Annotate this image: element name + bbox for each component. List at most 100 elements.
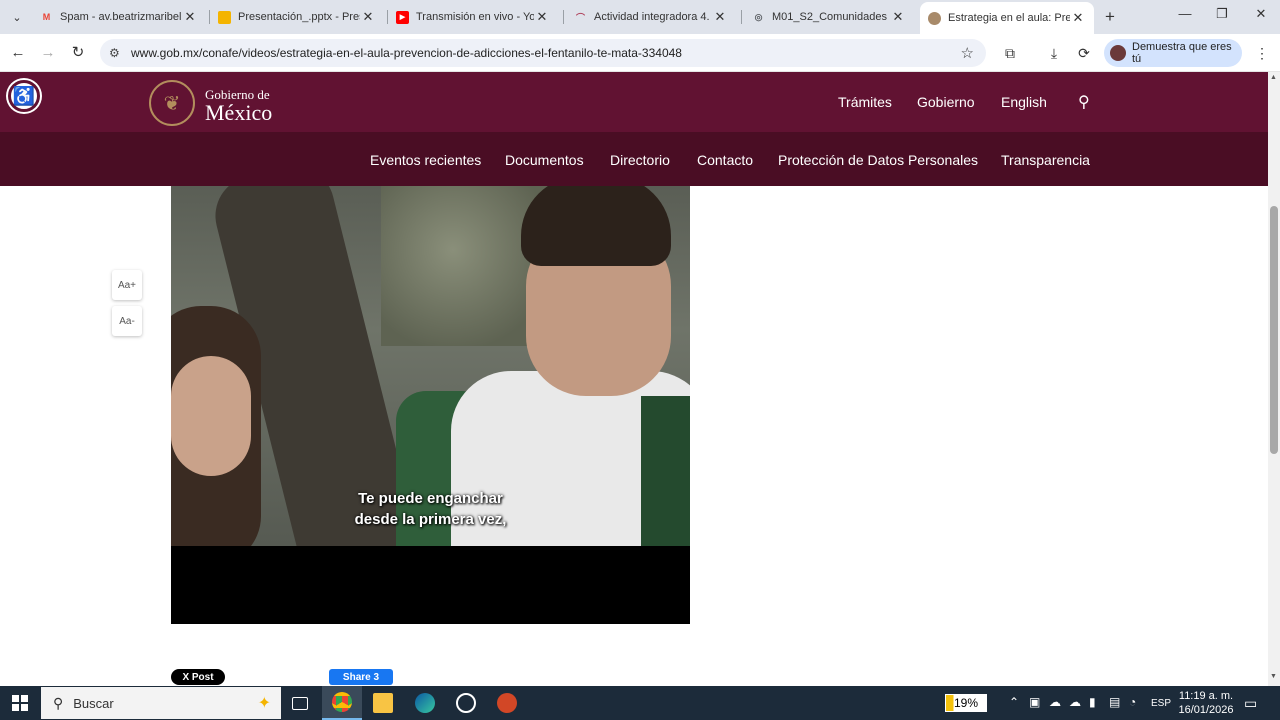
gmail-icon: M (42, 12, 51, 22)
site-logo[interactable]: Gobierno de México (205, 88, 272, 124)
video-frame: Te puede enganchar desde la primera vez, (171, 186, 690, 546)
tab-gmail[interactable]: M Spam - av.beatrizmaribel.t ✕ (32, 4, 206, 30)
menu-kebab-icon[interactable]: ⋮ (1252, 43, 1272, 63)
new-tab-icon[interactable]: + (1100, 7, 1120, 27)
windows-start-icon[interactable] (12, 695, 28, 711)
reload-icon[interactable]: ↻ (68, 43, 88, 63)
tab-separator (563, 10, 564, 24)
battery-tray-icon[interactable]: ▤ (1109, 695, 1120, 709)
accessibility-icon[interactable]: ♿ (8, 80, 40, 112)
scroll-thumb[interactable] (1270, 206, 1278, 454)
onedrive-icon[interactable]: ☁ (1069, 695, 1081, 709)
profile-label: Demuestra que eres tú (1132, 41, 1232, 65)
profile-button[interactable]: Demuestra que eres tú (1104, 39, 1242, 67)
facebook-share-button[interactable]: Share 3 (329, 669, 393, 685)
tab-estrategia-active[interactable]: Estrategia en el aula: Preve ✕ (920, 2, 1094, 34)
language-indicator[interactable]: ESP (1151, 698, 1171, 709)
camera-icon[interactable]: ▣ (1029, 695, 1040, 709)
slides-icon (218, 10, 231, 24)
youtube-icon: ▶ (396, 10, 409, 24)
subnav-documentos[interactable]: Documentos (505, 152, 584, 168)
chrome-taskbar-icon[interactable] (322, 686, 362, 720)
nav-english[interactable]: English (1001, 94, 1047, 110)
notifications-icon[interactable]: ▭ (1244, 695, 1257, 712)
battery-indicator[interactable]: 19% (945, 694, 987, 712)
close-tab-icon[interactable]: ✕ (182, 9, 198, 25)
page-scrollbar[interactable]: ▲ ▼ (1268, 72, 1280, 686)
mic-icon[interactable]: ▮ (1089, 695, 1096, 709)
secondary-nav: Eventos recientes Documentos Directorio … (0, 132, 1268, 186)
file-explorer-icon[interactable] (363, 686, 403, 720)
tab-search-chevron-icon[interactable]: ⌄ (6, 6, 28, 28)
task-view-icon[interactable] (280, 686, 320, 720)
downloads-icon[interactable]: ⤓ (1044, 43, 1064, 63)
video-girl-face (171, 356, 251, 476)
coat-of-arms-icon[interactable]: ❦ (149, 80, 195, 126)
x-post-label: X Post (182, 671, 214, 683)
search-icon[interactable]: ⚲ (1078, 92, 1090, 112)
powerpoint-icon[interactable] (487, 686, 527, 720)
globe-icon: ◎ (754, 11, 763, 22)
back-icon[interactable]: ← (8, 43, 28, 63)
nav-gobierno[interactable]: Gobierno (917, 94, 975, 110)
tab-presentation[interactable]: Presentación_.pptx - Prese ✕ (210, 4, 384, 30)
avatar (1110, 45, 1126, 61)
close-tab-icon[interactable]: ✕ (1070, 10, 1086, 26)
windows-taskbar: ⚲ Buscar ✦ 19% ⌃ ▣ ☁ ☁ ▮ ▤ ◔ ESP 11:19 a… (0, 686, 1280, 720)
tab-title: Estrategia en el aula: Preve (948, 12, 1070, 24)
font-decrease-button[interactable]: Aa- (112, 306, 142, 336)
forward-icon[interactable]: → (38, 43, 58, 63)
tab-youtube[interactable]: ▶ Transmisión en vivo - YouT ✕ (388, 4, 558, 30)
tab-strip: ⌄ M Spam - av.beatrizmaribel.t ✕ Present… (0, 0, 1280, 34)
sync-icon[interactable]: ⟳ (1074, 43, 1094, 63)
subnav-transparencia[interactable]: Transparencia (1001, 152, 1090, 168)
taskbar-search-placeholder: Buscar (73, 695, 114, 711)
classroom-icon: ⌒ (575, 12, 585, 23)
subnav-eventos[interactable]: Eventos recientes (370, 152, 481, 168)
show-hidden-icons[interactable]: ⌃ (1009, 695, 1019, 709)
close-tab-icon[interactable]: ✕ (534, 9, 550, 25)
close-tab-icon[interactable]: ✕ (712, 9, 728, 25)
main-content: Aa+ Aa- Te puede enganchar desde la prim… (0, 186, 1268, 686)
tab-title: Transmisión en vivo - YouT (416, 11, 534, 23)
scroll-down-arrow-icon[interactable]: ▼ (1270, 673, 1277, 680)
tab-title: Spam - av.beatrizmaribel.t (60, 11, 182, 23)
tab-title: Presentación_.pptx - Prese (238, 11, 360, 23)
tab-title: M01_S2_Comunidades virt (772, 11, 890, 23)
extensions-icon[interactable]: ⧉ (1000, 43, 1020, 63)
maximize-icon[interactable]: ❐ (1207, 6, 1237, 22)
subnav-directorio[interactable]: Directorio (610, 152, 670, 168)
clock-date: 16/01/2026 (1178, 704, 1234, 716)
video-player[interactable]: Te puede enganchar desde la primera vez, (171, 186, 690, 624)
edge-icon[interactable] (405, 686, 445, 720)
nav-tramites[interactable]: Trámites (838, 94, 892, 110)
app-taskbar-icon[interactable] (446, 686, 486, 720)
clock[interactable]: 11:19 a. m. 16/01/2026 (1176, 689, 1236, 717)
tab-comunidades[interactable]: ◎ M01_S2_Comunidades virt ✕ (744, 4, 914, 30)
close-window-icon[interactable]: ✕ (1246, 6, 1276, 22)
site-info-icon[interactable]: ⚙ (109, 46, 120, 60)
gob-icon (928, 11, 941, 25)
logo-line2: México (205, 100, 273, 125)
clock-time: 11:19 a. m. (1178, 690, 1234, 702)
url-text[interactable]: www.gob.mx/conafe/videos/estrategia-en-e… (131, 46, 682, 60)
subnav-proteccion-datos[interactable]: Protección de Datos Personales (778, 152, 978, 168)
taskbar-search[interactable]: ⚲ Buscar ✦ (41, 687, 281, 719)
close-tab-icon[interactable]: ✕ (890, 9, 906, 25)
copilot-sparkle-icon: ✦ (257, 695, 271, 712)
facebook-share-label: Share 3 (342, 671, 380, 683)
minimize-icon[interactable]: — (1170, 6, 1200, 21)
tab-actividad[interactable]: ⌒ Actividad integradora 4. U ✕ (566, 4, 736, 30)
x-post-button[interactable]: X Post (171, 669, 225, 685)
browser-toolbar: ← → ↻ ⚙ www.gob.mx/conafe/videos/estrate… (0, 34, 1280, 72)
bookmark-star-icon[interactable]: ☆ (961, 44, 974, 62)
network-icon[interactable]: ☁ (1049, 695, 1061, 709)
close-tab-icon[interactable]: ✕ (360, 9, 376, 25)
video-subtitle: Te puede enganchar desde la primera vez, (354, 490, 507, 528)
address-bar[interactable]: ⚙ www.gob.mx/conafe/videos/estrategia-en… (100, 39, 986, 67)
subnav-contacto[interactable]: Contacto (697, 152, 753, 168)
scroll-up-arrow-icon[interactable]: ▲ (1270, 74, 1277, 81)
wifi-icon[interactable]: ◔ (1129, 695, 1136, 709)
font-increase-button[interactable]: Aa+ (112, 270, 142, 300)
video-boy-hair (521, 186, 671, 266)
